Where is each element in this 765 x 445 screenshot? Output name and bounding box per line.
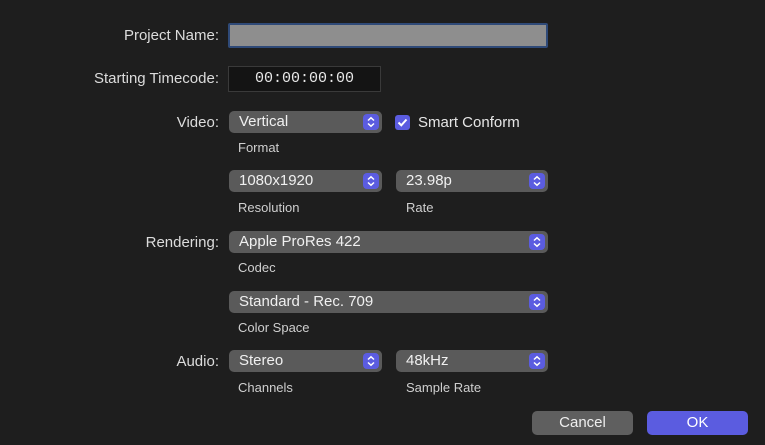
starting-timecode-field[interactable]: 00:00:00:00	[228, 66, 381, 92]
resolution-popup[interactable]: 1080x1920	[229, 170, 382, 192]
rate-popup[interactable]: 23.98p	[396, 170, 548, 192]
channels-caption: Channels	[238, 380, 293, 395]
up-down-chevron-icon	[529, 173, 545, 189]
starting-timecode-label: Starting Timecode:	[93, 70, 219, 87]
up-down-chevron-icon	[529, 294, 545, 310]
rendering-label: Rendering:	[145, 234, 219, 251]
color-space-caption: Color Space	[238, 320, 310, 335]
audio-label: Audio:	[176, 353, 219, 370]
color-space-value: Standard - Rec. 709	[239, 293, 374, 310]
up-down-chevron-icon	[529, 234, 545, 250]
resolution-caption: Resolution	[238, 200, 300, 215]
cancel-button[interactable]: Cancel	[532, 411, 633, 435]
project-name-input[interactable]	[228, 23, 548, 48]
channels-value: Stereo	[239, 352, 284, 369]
resolution-value: 1080x1920	[239, 172, 314, 189]
smart-conform-checkbox[interactable]	[395, 115, 410, 130]
rate-caption: Rate	[406, 200, 434, 215]
checkmark-icon	[397, 118, 408, 127]
codec-value: Apple ProRes 422	[239, 233, 361, 250]
up-down-chevron-icon	[363, 353, 379, 369]
format-popup[interactable]: Vertical	[229, 111, 382, 133]
sample-rate-caption: Sample Rate	[406, 380, 482, 395]
codec-caption: Codec	[238, 260, 276, 275]
ok-button[interactable]: OK	[647, 411, 748, 435]
codec-popup[interactable]: Apple ProRes 422	[229, 231, 548, 253]
video-label: Video:	[176, 114, 219, 131]
smart-conform-label[interactable]: Smart Conform	[418, 114, 520, 131]
up-down-chevron-icon	[363, 173, 379, 189]
sample-rate-value: 48kHz	[406, 352, 449, 369]
channels-popup[interactable]: Stereo	[229, 350, 382, 372]
sample-rate-popup[interactable]: 48kHz	[396, 350, 548, 372]
format-caption: Format	[238, 140, 280, 155]
up-down-chevron-icon	[529, 353, 545, 369]
format-value: Vertical	[239, 113, 289, 130]
project-name-label: Project Name:	[123, 27, 219, 44]
color-space-popup[interactable]: Standard - Rec. 709	[229, 291, 548, 313]
up-down-chevron-icon	[363, 114, 379, 130]
rate-value: 23.98p	[406, 172, 452, 189]
